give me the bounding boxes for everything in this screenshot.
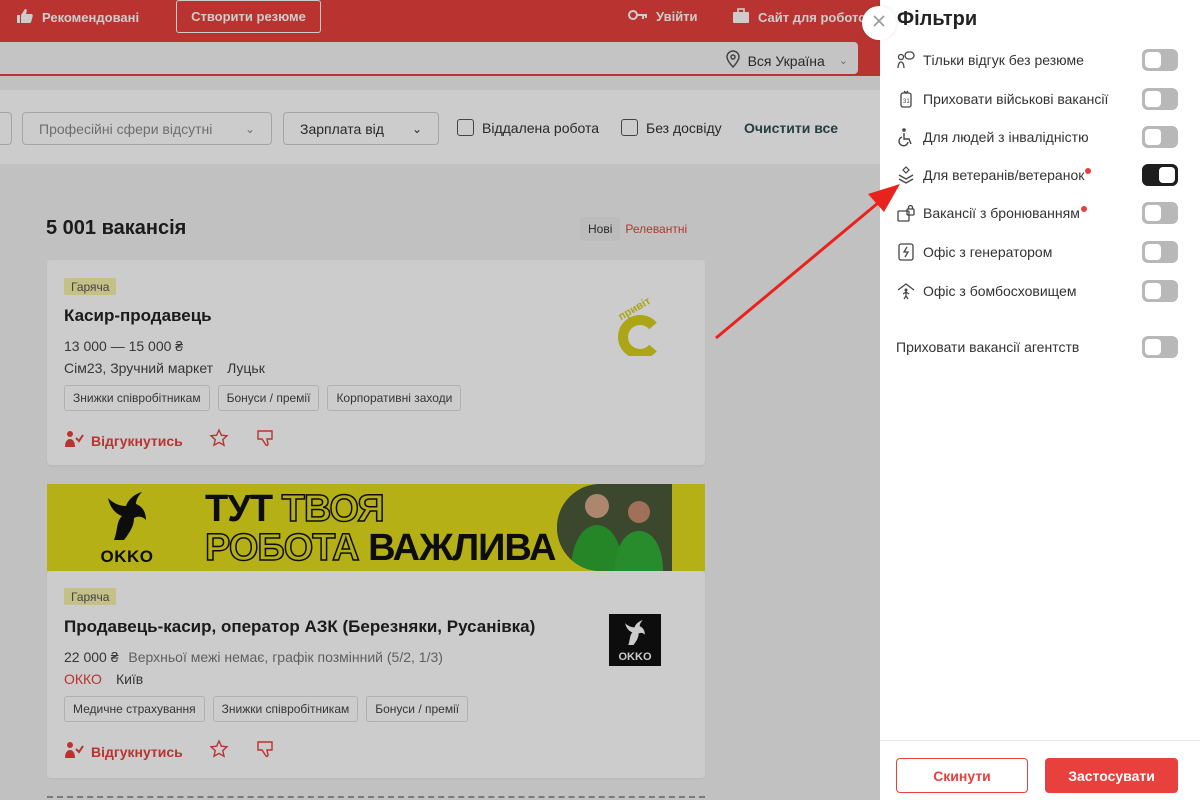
filter-label: Тільки відгук без резюме — [923, 52, 1084, 68]
filter-reservation[interactable]: Вакансії з бронюванням — [896, 202, 1178, 224]
reset-button[interactable]: Скинути — [896, 758, 1028, 793]
generator-icon — [896, 242, 916, 262]
wheelchair-icon — [896, 127, 916, 147]
svg-text:31: 31 — [903, 99, 910, 105]
filter-only-response-without-resume[interactable]: Тільки відгук без резюме — [896, 49, 1178, 71]
toggle-switch[interactable] — [1142, 280, 1178, 302]
filter-veterans[interactable]: Для ветеранів/ветеранок — [896, 164, 1178, 186]
veteran-chevron-icon — [896, 165, 916, 185]
filter-label: Офіс з генератором — [923, 244, 1053, 260]
toggle-switch[interactable] — [1142, 88, 1178, 110]
shelter-icon — [896, 281, 916, 301]
toggle-knob — [1145, 91, 1161, 107]
filter-label: Для ветеранів/ветеранок — [923, 167, 1092, 183]
filter-disability[interactable]: Для людей з інвалідністю — [896, 126, 1178, 148]
filter-label: Офіс з бомбосховищем — [923, 283, 1077, 299]
toggle-knob — [1145, 283, 1161, 299]
toggle-knob — [1145, 52, 1161, 68]
toggle-switch[interactable] — [1142, 202, 1178, 224]
close-button[interactable] — [862, 6, 896, 40]
close-icon — [872, 14, 886, 33]
filter-bomb-shelter[interactable]: Офіс з бомбосховищем — [896, 280, 1178, 302]
filter-label: Для людей з інвалідністю — [923, 129, 1089, 145]
military-tag-icon: 31 — [896, 89, 916, 109]
modal-backdrop[interactable] — [0, 0, 880, 800]
toggle-switch[interactable] — [1142, 241, 1178, 263]
reservation-lock-icon — [896, 203, 916, 223]
toggle-switch[interactable] — [1142, 164, 1178, 186]
toggle-switch[interactable] — [1142, 336, 1178, 358]
message-person-icon — [896, 50, 916, 70]
toggle-knob — [1145, 205, 1161, 221]
filter-label: Вакансії з бронюванням — [923, 205, 1087, 221]
filter-label: Приховати вакансії агентств — [896, 339, 1080, 355]
toggle-switch[interactable] — [1142, 126, 1178, 148]
filters-panel — [880, 0, 1200, 800]
toggle-knob — [1159, 167, 1175, 183]
filter-generator[interactable]: Офіс з генератором — [896, 241, 1178, 263]
toggle-knob — [1145, 129, 1161, 145]
apply-filters-button[interactable]: Застосувати — [1045, 758, 1178, 793]
toggle-knob — [1145, 244, 1161, 260]
toggle-knob — [1145, 339, 1161, 355]
filter-hide-agencies[interactable]: Приховати вакансії агентств — [896, 336, 1178, 358]
toggle-switch[interactable] — [1142, 49, 1178, 71]
filter-label: Приховати військові вакансії — [923, 91, 1109, 107]
filter-hide-military[interactable]: 31 Приховати військові вакансії — [896, 88, 1178, 110]
panel-title: Фільтри — [897, 8, 978, 30]
